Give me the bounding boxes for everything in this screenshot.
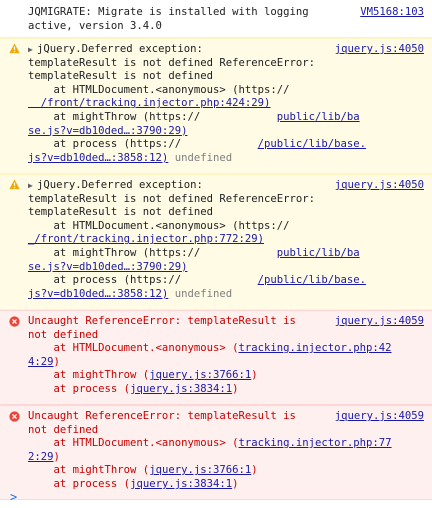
stack-link-text[interactable]: /public/lib/base.: [258, 274, 366, 286]
stack-link-text[interactable]: public/lib/ba: [277, 247, 360, 259]
warning-source-link[interactable]: jquery.js:4050: [335, 179, 424, 193]
warning-stack-line: at HTMLDocument.<anonymous> (https://xxx…: [28, 220, 379, 234]
warning-stack-link[interactable]: se.js?v=db10ded…:3790:29): [28, 261, 187, 275]
redacted-url[interactable]: xxxxxxxxxxxx: [200, 111, 277, 123]
stack-link-text[interactable]: /public/lib/base.: [258, 138, 366, 150]
error-stack-line: at mightThrow (jquery.js:3766:1): [28, 464, 258, 477]
stack-link-text[interactable]: /front/tracking.injector.php:424:29): [41, 97, 271, 109]
stack-link-text[interactable]: public/lib/ba: [277, 111, 360, 123]
warning-stack-link[interactable]: _/front/tracking.injector.php:772:29): [28, 233, 264, 247]
warning-line: templateResult is not defined ReferenceE…: [28, 56, 316, 69]
warning-stack-link[interactable]: xx/front/tracking.injector.php:424:29): [28, 97, 271, 111]
stack-link[interactable]: jquery.js:3766:1: [149, 369, 251, 381]
error-stack-line: at process (jquery.js:3834:1): [28, 478, 239, 490]
error-stack-line: at HTMLDocument.<anonymous> (tracking.in…: [28, 342, 392, 356]
warning-stack-line: js?v=db10ded…:3858:12) undefined: [28, 288, 232, 302]
error-icon: [9, 316, 20, 327]
error-stack-line: at HTMLDocument.<anonymous> (tracking.in…: [28, 437, 392, 451]
stack-frame-text: at process (: [28, 478, 131, 490]
warning-line: templateResult is not defined: [28, 206, 213, 219]
warning-stack-line: at mightThrow (https://xxxxxxxxxxxxpubli…: [28, 111, 360, 125]
warning-line: templateResult is not defined: [28, 70, 213, 83]
redacted-url[interactable]: xxxxxxxxxxxx: [200, 247, 277, 259]
stack-link[interactable]: 4:29: [28, 356, 54, 368]
warning-line: jQuery.Deferred exception:: [37, 179, 203, 191]
stack-frame-text: at HTMLDocument.<anonymous> (: [28, 342, 239, 355]
error-title: Uncaught ReferenceError: templateResult …: [28, 315, 296, 327]
redacted-url: xx: [28, 97, 41, 109]
warning-stack-line: js?v=db10ded…:3858:12) undefined: [28, 152, 232, 166]
error-title-cont: not defined: [28, 328, 99, 341]
console-error-1: Uncaught ReferenceError: templateResult …: [0, 310, 432, 405]
devtools-console: JQMIGRATE: Migrate is installed with log…: [0, 0, 432, 508]
redacted-url[interactable]: xxxxxxxxxxxx: [181, 138, 258, 150]
redacted-url[interactable]: xxxxxxxxxxxxxx: [290, 84, 379, 96]
info-text-line-1: JQMIGRATE: Migrate is installed with log…: [28, 6, 309, 18]
warning-stack-line: at process (https://xxxxxxxxxxxx/public/…: [28, 274, 367, 288]
info-text-line-2: active, version 3.4.0: [28, 19, 162, 32]
warning-stack-line: at mightThrow (https://xxxxxxxxxxxxpubli…: [28, 247, 360, 261]
stack-frame-text: at process (https://: [28, 274, 182, 287]
stack-link[interactable]: jquery.js:3834:1: [130, 478, 232, 490]
stack-frame-text: at mightThrow (: [28, 464, 150, 477]
console-info-message: JQMIGRATE: Migrate is installed with log…: [0, 0, 432, 38]
error-stack-line: at process (jquery.js:3834:1): [28, 383, 239, 395]
error-stack-line: 2:29): [28, 450, 60, 463]
warning-icon: [9, 43, 20, 54]
warning-line: templateResult is not defined ReferenceE…: [28, 192, 316, 205]
warning-icon: [9, 179, 20, 190]
stack-link[interactable]: jquery.js:3834:1: [130, 383, 232, 395]
expand-triangle-icon[interactable]: ▶: [28, 45, 33, 54]
stack-frame-text: at HTMLDocument.<anonymous> (https://: [28, 219, 290, 232]
error-title-cont: not defined: [28, 423, 99, 436]
error-title: Uncaught ReferenceError: templateResult …: [28, 410, 296, 422]
stack-link-text[interactable]: js?v=db10ded…:3858:12): [28, 152, 168, 164]
error-source-link[interactable]: jquery.js:4059: [335, 410, 424, 424]
stack-link[interactable]: tracking.injector.php:42: [238, 342, 391, 354]
redacted-url[interactable]: xxxxxxxxxxxxxx: [290, 220, 379, 232]
expand-triangle-icon[interactable]: ▶: [28, 181, 33, 190]
console-warning-1: ▶ jQuery.Deferred exception: jquery.js:4…: [0, 38, 432, 174]
warning-stack-line: at HTMLDocument.<anonymous> (https://xxx…: [28, 84, 379, 98]
stack-frame-text: at mightThrow (https://: [28, 111, 201, 123]
error-stack-line: at mightThrow (jquery.js:3766:1): [28, 369, 258, 382]
undefined-value: undefined: [174, 287, 233, 300]
stack-link[interactable]: tracking.injector.php:77: [238, 437, 391, 449]
stack-frame-text: at process (: [28, 383, 131, 395]
stack-link[interactable]: 2:29: [28, 451, 54, 463]
warning-source-link[interactable]: jquery.js:4050: [335, 43, 424, 57]
undefined-value: undefined: [174, 151, 233, 164]
console-error-2: Uncaught ReferenceError: templateResult …: [0, 405, 432, 500]
stack-frame-text: at HTMLDocument.<anonymous> (: [28, 437, 239, 450]
error-stack-line: 4:29): [28, 355, 60, 368]
warning-line: jQuery.Deferred exception:: [37, 43, 203, 55]
info-source-link[interactable]: VM5168:103: [360, 6, 424, 20]
stack-link[interactable]: jquery.js:3766:1: [149, 464, 251, 476]
warning-stack-line: at process (https://xxxxxxxxxxxx/public/…: [28, 138, 367, 152]
warning-stack-link[interactable]: se.js?v=db10ded…:3790:29): [28, 125, 187, 139]
error-icon: [9, 411, 20, 422]
stack-link-text[interactable]: js?v=db10ded…:3858:12): [28, 288, 168, 300]
stack-frame-text: at mightThrow (: [28, 369, 150, 382]
error-source-link[interactable]: jquery.js:4059: [335, 315, 424, 329]
stack-frame-text: at process (https://: [28, 138, 182, 151]
stack-frame-text: at mightThrow (https://: [28, 247, 201, 259]
stack-frame-text: at HTMLDocument.<anonymous> (https://: [28, 83, 290, 96]
console-prompt-icon[interactable]: >: [10, 490, 17, 504]
console-warning-2: ▶ jQuery.Deferred exception: jquery.js:4…: [0, 174, 432, 310]
redacted-url[interactable]: xxxxxxxxxxxx: [181, 274, 258, 286]
